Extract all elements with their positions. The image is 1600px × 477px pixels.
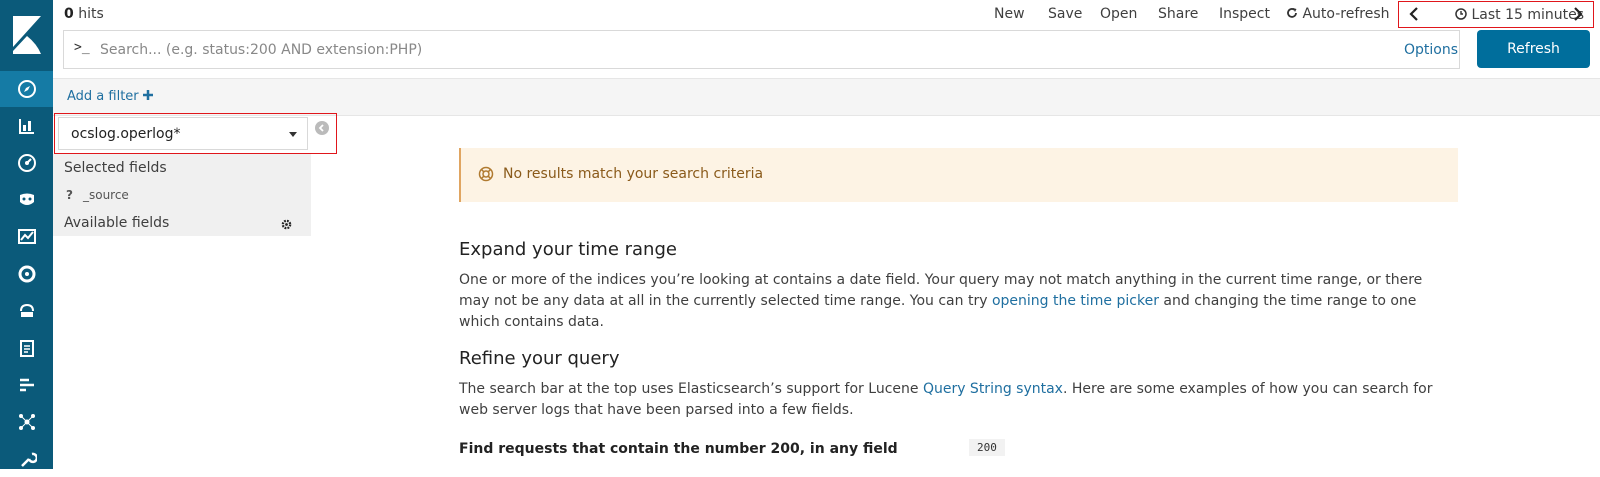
menu-open[interactable]: Open <box>1100 6 1137 22</box>
refine-text-a: The search bar at the top uses Elasticse… <box>459 381 923 397</box>
refine-query-text: The search bar at the top uses Elasticse… <box>459 379 1439 421</box>
collapse-sidebar-icon[interactable] <box>315 121 329 135</box>
nav-visualize-icon[interactable] <box>0 108 53 144</box>
time-picker: Last 15 minutes <box>1398 1 1594 28</box>
add-filter-button[interactable]: Add a filter <box>67 89 153 104</box>
index-pattern-select[interactable]: ocslog.operlog* <box>58 117 308 150</box>
caret-down-icon <box>289 132 297 137</box>
menu-new[interactable]: New <box>994 6 1025 22</box>
nav-infrastructure-icon[interactable] <box>0 293 53 329</box>
field-source-name: _source <box>82 188 129 202</box>
selected-fields-heading: Selected fields <box>64 160 167 176</box>
gear-icon[interactable] <box>281 219 292 230</box>
kibana-logo-icon[interactable] <box>0 0 53 70</box>
unknown-type-icon: ? <box>66 188 73 202</box>
refresh-button[interactable]: Refresh <box>1477 30 1590 68</box>
time-range-label[interactable]: Last 15 minutes <box>1455 7 1584 23</box>
chevron-left-icon[interactable] <box>1407 5 1421 23</box>
expand-time-range-text: One or more of the indices you’re lookin… <box>459 270 1439 333</box>
nav-management-icon[interactable] <box>0 441 53 477</box>
open-time-picker-link[interactable]: opening the time picker <box>992 293 1159 309</box>
nav-dashboard-icon[interactable] <box>0 145 53 181</box>
auto-refresh-label: Auto-refresh <box>1302 6 1390 22</box>
clock-icon <box>1455 8 1467 20</box>
filter-bar: Add a filter <box>53 78 1600 116</box>
hits-label: hits <box>78 6 104 22</box>
hits-count: 0 hits <box>64 6 104 22</box>
nav-machine-learning-icon[interactable] <box>0 256 53 292</box>
example-label: Find requests that contain the number 20… <box>459 441 898 457</box>
field-list: Selected fields ? _source Available field… <box>53 154 311 236</box>
refine-query-heading: Refine your query <box>459 348 620 369</box>
example-code: 200 <box>969 439 1005 456</box>
query-prompt-icon: >_ <box>74 40 90 55</box>
nav-graph-icon[interactable] <box>0 404 53 440</box>
menu-inspect[interactable]: Inspect <box>1219 6 1270 22</box>
expand-time-range-heading: Expand your time range <box>459 239 677 260</box>
menu-save[interactable]: Save <box>1048 6 1082 22</box>
add-filter-label: Add a filter <box>67 89 139 104</box>
plus-icon <box>142 90 153 100</box>
query-string-syntax-link[interactable]: Query String syntax <box>923 381 1063 397</box>
nav-discover-icon[interactable] <box>0 71 53 107</box>
index-pattern-value: ocslog.operlog* <box>71 126 181 142</box>
help-lifebuoy-icon <box>478 166 494 182</box>
no-results-text: No results match your search criteria <box>503 166 764 182</box>
chevron-right-icon[interactable] <box>1571 5 1585 23</box>
refresh-icon <box>1287 8 1297 18</box>
no-results-callout: No results match your search criteria <box>459 148 1458 202</box>
search-input[interactable] <box>100 37 1320 63</box>
time-range-text: Last 15 minutes <box>1471 7 1584 23</box>
nav-timelion-icon[interactable] <box>0 219 53 255</box>
field-source[interactable]: ? _source <box>66 188 129 202</box>
menu-auto-refresh[interactable]: Auto-refresh <box>1286 6 1390 22</box>
options-link[interactable]: Options <box>1404 42 1458 58</box>
index-pattern-highlight: ocslog.operlog* <box>54 113 337 154</box>
app-sidebar <box>0 0 53 469</box>
nav-apm-icon[interactable] <box>0 367 53 403</box>
hits-number: 0 <box>64 6 74 22</box>
query-bar: >_ Options <box>63 30 1460 69</box>
menu-share[interactable]: Share <box>1158 6 1198 22</box>
nav-logs-icon[interactable] <box>0 330 53 366</box>
nav-canvas-icon[interactable] <box>0 182 53 218</box>
available-fields-heading: Available fields <box>64 215 170 231</box>
